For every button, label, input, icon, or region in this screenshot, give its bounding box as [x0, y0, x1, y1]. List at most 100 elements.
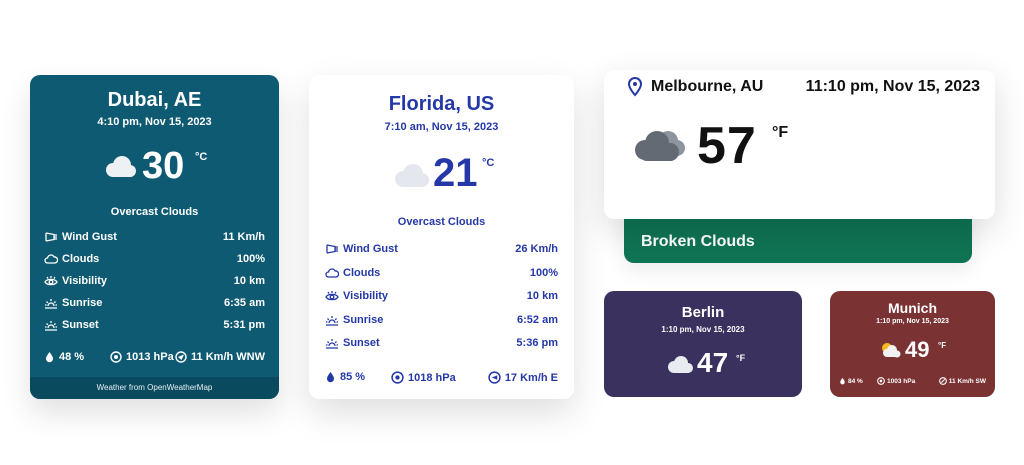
cloud-icon [44, 254, 58, 264]
compass-icon [488, 371, 501, 384]
temperature-unit: °C [195, 151, 208, 163]
partly-cloudy-icon [878, 341, 902, 364]
detail-label: Visibility [343, 290, 389, 302]
detail-value: 10 km [526, 290, 558, 302]
detail-row-sunrise: Sunrise 6:52 am [325, 312, 558, 336]
humidity-value: 84 % [848, 377, 863, 385]
local-datetime: 1:10 pm, Nov 15, 2023 [661, 325, 745, 334]
gauge-icon [110, 351, 122, 363]
wind-value: 11 Km/h SW [948, 377, 986, 385]
temperature-unit: °C [482, 157, 495, 169]
detail-label: Visibility [62, 275, 108, 287]
detail-label: Sunset [62, 319, 99, 331]
detail-value: 6:35 am [224, 297, 265, 309]
weather-card-berlin: Berlin 1:10 pm, Nov 15, 2023 47 °F [604, 291, 802, 397]
pressure-value: 1013 hPa [126, 351, 174, 363]
humidity-value: 48 % [59, 351, 85, 363]
detail-value: 6:52 am [517, 313, 558, 326]
wind-stat: 17 Km/h E [488, 371, 558, 384]
city-name: Berlin [681, 304, 725, 321]
details-list: Wind Gust 26 Km/h Clouds 100% Visibility… [325, 241, 558, 359]
detail-row-visibility: Visibility 10 km [44, 273, 265, 295]
sunrise-icon [45, 299, 57, 309]
weather-description: Broken Clouds [641, 233, 755, 250]
compass-icon [938, 377, 947, 385]
detail-value: 5:36 pm [516, 337, 558, 349]
summary-bar: 85 % 1018 hPa 17 Km/h E [325, 371, 558, 387]
local-datetime: 11:10 pm, Nov 15, 2023 [805, 78, 980, 95]
detail-value: 100% [529, 266, 558, 279]
temperature-value: 30 [142, 145, 185, 187]
weather-card-dubai: Dubai, AE 4:10 pm, Nov 15, 2023 30 °C Ov… [30, 75, 279, 399]
temperature-unit: °F [772, 124, 789, 141]
compass-icon [175, 351, 187, 363]
cloud-weather-icon [391, 163, 431, 194]
wind-value: 11 Km/h WNW [191, 351, 265, 363]
temperature-value: 21 [433, 151, 478, 195]
detail-value: 11 Km/h [222, 231, 265, 243]
droplet-icon [46, 352, 53, 363]
detail-label: Clouds [343, 266, 381, 279]
pressure-value: 1018 hPa [408, 371, 456, 384]
humidity-stat: 84 % [839, 377, 863, 385]
pressure-value: 1003 hPa [887, 377, 916, 385]
location-pin-icon [627, 76, 643, 102]
attribution-footer: Weather from OpenWeatherMap [30, 377, 279, 399]
dark-cloud-weather-icon [631, 128, 689, 169]
weather-card-melbourne: Melbourne, AU 11:10 pm, Nov 15, 2023 57 … [604, 70, 995, 219]
detail-value: 100% [236, 253, 265, 265]
wind-icon [326, 244, 338, 254]
wind-value: 17 Km/h E [504, 371, 558, 384]
city-name: Florida, US [388, 93, 495, 115]
humidity-stat: 85 % [325, 371, 365, 383]
detail-row-clouds: Clouds 100% [325, 265, 558, 289]
detail-value: 10 km [233, 275, 265, 287]
cloud-weather-icon [102, 155, 138, 184]
city-name: Melbourne, AU [651, 78, 764, 95]
wind-stat: 11 Km/h SW [938, 377, 986, 385]
humidity-value: 85 % [340, 371, 366, 383]
detail-value: 5:31 pm [223, 319, 265, 331]
weather-card-munich: Munich 1:10 pm, Nov 15, 2023 49 °F 84 % … [830, 291, 995, 397]
local-datetime: 4:10 pm, Nov 15, 2023 [97, 116, 212, 128]
gauge-icon [391, 371, 404, 384]
sunset-icon [326, 339, 338, 349]
detail-row-sunrise: Sunrise 6:35 am [44, 295, 265, 317]
city-name: Dubai, AE [107, 89, 202, 111]
pressure-stat: 1003 hPa [877, 377, 915, 385]
detail-row-wind-gust: Wind Gust 26 Km/h [325, 241, 558, 265]
eye-icon [325, 291, 339, 301]
summary-bar: 84 % 1003 hPa 11 Km/h SW [839, 377, 986, 387]
wind-icon [45, 232, 57, 242]
summary-bar: 48 % 1013 hPa 11 Km/h WNW [44, 351, 265, 367]
pressure-stat: 1018 hPa [391, 371, 456, 384]
detail-label: Clouds [62, 253, 100, 265]
weather-description: Overcast Clouds [110, 206, 199, 218]
droplet-icon [840, 377, 845, 385]
sunrise-icon [326, 315, 338, 326]
city-name: Munich [888, 300, 937, 316]
local-datetime: 7:10 am, Nov 15, 2023 [384, 121, 499, 133]
detail-row-sunset: Sunset 5:31 pm [44, 317, 265, 339]
detail-value: 26 Km/h [515, 243, 558, 255]
temperature-value: 47 [697, 347, 729, 378]
wind-stat: 11 Km/h WNW [175, 351, 265, 363]
weather-description: Overcast Clouds [397, 216, 486, 228]
sunset-icon [45, 321, 57, 331]
detail-label: Sunrise [62, 297, 103, 309]
detail-row-wind-gust: Wind Gust 11 Km/h [44, 229, 265, 251]
cloud-icon [325, 267, 339, 278]
temperature-value: 57 [697, 117, 757, 175]
pressure-stat: 1013 hPa [110, 351, 174, 363]
local-datetime: 1:10 pm, Nov 15, 2023 [876, 318, 949, 325]
eye-icon [44, 276, 58, 286]
detail-label: Wind Gust [343, 243, 398, 255]
droplet-icon [327, 372, 334, 383]
detail-row-visibility: Visibility 10 km [325, 288, 558, 312]
temperature-value: 49 [905, 337, 930, 362]
cloud-weather-icon [666, 356, 694, 379]
detail-label: Sunrise [343, 313, 384, 326]
detail-row-clouds: Clouds 100% [44, 251, 265, 273]
detail-row-sunset: Sunset 5:36 pm [325, 335, 558, 359]
humidity-stat: 48 % [44, 351, 84, 363]
